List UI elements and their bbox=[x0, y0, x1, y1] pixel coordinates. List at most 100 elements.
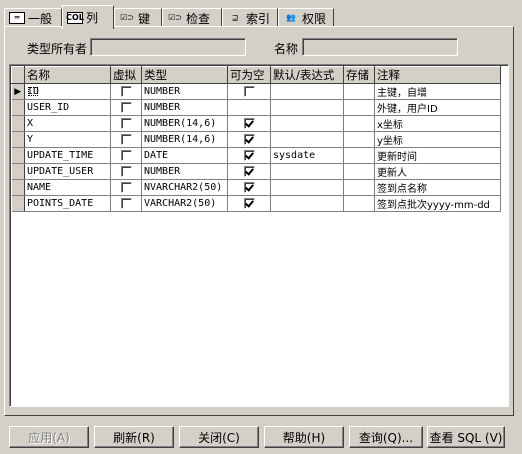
table-row[interactable]: Y NUMBER(14,6) y坐标 bbox=[11, 131, 501, 148]
column-name-cell[interactable]: USER_ID bbox=[24, 99, 111, 116]
checkbox-icon bbox=[120, 181, 132, 193]
column-name-cell[interactable]: X bbox=[24, 115, 111, 132]
virtual-checkbox[interactable] bbox=[110, 115, 142, 132]
table-row[interactable]: USER_ID NUMBER 外键，用户ID bbox=[11, 99, 501, 116]
nullable-checkbox[interactable] bbox=[227, 131, 271, 148]
header-type[interactable]: 类型 bbox=[141, 66, 228, 84]
type-cell[interactable]: NUMBER bbox=[141, 83, 228, 100]
name-field[interactable] bbox=[302, 38, 458, 56]
nullable-checkbox[interactable] bbox=[227, 179, 271, 196]
header-nullable[interactable]: 可为空 bbox=[227, 66, 271, 84]
privileges-icon: 👥 bbox=[286, 13, 296, 22]
default-cell[interactable] bbox=[270, 83, 344, 100]
storage-cell[interactable] bbox=[343, 115, 375, 132]
type-cell[interactable]: NUMBER(14,6) bbox=[141, 131, 228, 148]
tab-columns[interactable]: COL 列 bbox=[62, 5, 114, 29]
nullable-checkbox[interactable] bbox=[227, 163, 271, 180]
default-cell[interactable] bbox=[270, 131, 344, 148]
column-name-cell[interactable]: POINTS_DATE bbox=[24, 195, 111, 212]
header-default[interactable]: 默认/表达式 bbox=[270, 66, 344, 84]
help-button[interactable]: 帮助(H) bbox=[264, 426, 344, 448]
tab-indexes[interactable]: ⊒ 索引 bbox=[222, 8, 278, 27]
comment-cell[interactable]: x坐标 bbox=[374, 115, 501, 132]
close-button[interactable]: 关闭(C) bbox=[179, 426, 259, 448]
type-cell[interactable]: VARCHAR2(50) bbox=[141, 195, 228, 212]
key-icon: ☑⊃ bbox=[120, 13, 134, 22]
type-owner-field[interactable] bbox=[90, 38, 246, 56]
table-row[interactable]: POINTS_DATE VARCHAR2(50) 签到点批次yyyy-mm-dd bbox=[11, 195, 501, 212]
comment-cell[interactable]: 更新人 bbox=[374, 163, 501, 180]
view-sql-button[interactable]: 查看 SQL (V) bbox=[427, 426, 505, 448]
type-cell[interactable]: NUMBER bbox=[141, 163, 228, 180]
grid-header-row: 名称 虚拟 类型 可为空 默认/表达式 存储 注释 bbox=[11, 66, 501, 84]
header-virtual[interactable]: 虚拟 bbox=[110, 66, 142, 84]
virtual-checkbox[interactable] bbox=[110, 179, 142, 196]
column-name-cell[interactable]: UPDATE_TIME bbox=[24, 147, 111, 164]
header-name[interactable]: 名称 bbox=[24, 66, 111, 84]
default-cell[interactable]: sysdate bbox=[270, 147, 344, 164]
tab-label: 一般 bbox=[28, 11, 53, 26]
type-cell[interactable]: NVARCHAR2(50) bbox=[141, 179, 228, 196]
nullable-checkbox[interactable] bbox=[227, 115, 271, 132]
default-cell[interactable] bbox=[270, 195, 344, 212]
column-name-cell[interactable]: UPDATE_USER bbox=[24, 163, 111, 180]
header-comment[interactable]: 注释 bbox=[374, 66, 501, 84]
storage-cell[interactable] bbox=[343, 99, 375, 116]
comment-cell[interactable]: 签到点批次yyyy-mm-dd bbox=[374, 195, 501, 212]
comment-cell[interactable]: 主键，自增 bbox=[374, 83, 501, 100]
virtual-checkbox[interactable] bbox=[110, 99, 142, 116]
virtual-checkbox[interactable] bbox=[110, 83, 142, 100]
column-name-cell[interactable]: ID bbox=[24, 83, 111, 100]
virtual-checkbox[interactable] bbox=[110, 163, 142, 180]
column-name-cell[interactable]: NAME bbox=[24, 179, 111, 196]
nullable-cell[interactable] bbox=[227, 99, 271, 116]
storage-cell[interactable] bbox=[343, 83, 375, 100]
comment-cell[interactable]: y坐标 bbox=[374, 131, 501, 148]
columns-icon: COL bbox=[66, 11, 84, 24]
row-indicator bbox=[11, 163, 25, 180]
storage-cell[interactable] bbox=[343, 163, 375, 180]
virtual-checkbox[interactable] bbox=[110, 131, 142, 148]
table-row[interactable]: NAME NVARCHAR2(50) 签到点名称 bbox=[11, 179, 501, 196]
row-indicator bbox=[11, 147, 25, 164]
header-storage[interactable]: 存储 bbox=[343, 66, 375, 84]
tab-general[interactable]: ═ 一般 bbox=[4, 8, 62, 27]
default-cell[interactable] bbox=[270, 115, 344, 132]
tab-checks[interactable]: ☑⊃ 检查 bbox=[162, 8, 222, 27]
table-row[interactable]: ▶ ID NUMBER 主键，自增 bbox=[11, 83, 501, 100]
default-cell[interactable] bbox=[270, 179, 344, 196]
nullable-checkbox[interactable] bbox=[227, 195, 271, 212]
row-indicator bbox=[11, 195, 25, 212]
storage-cell[interactable] bbox=[343, 147, 375, 164]
checkbox-icon bbox=[243, 85, 255, 97]
virtual-checkbox[interactable] bbox=[110, 195, 142, 212]
check-icon: ☑⊃ bbox=[168, 13, 182, 22]
virtual-checkbox[interactable] bbox=[110, 147, 142, 164]
type-cell[interactable]: NUMBER(14,6) bbox=[141, 115, 228, 132]
tab-keys[interactable]: ☑⊃ 键 bbox=[114, 8, 162, 27]
table-row[interactable]: X NUMBER(14,6) x坐标 bbox=[11, 115, 501, 132]
refresh-button[interactable]: 刷新(R) bbox=[94, 426, 174, 448]
default-cell[interactable] bbox=[270, 163, 344, 180]
tab-label: 权限 bbox=[302, 11, 327, 26]
apply-button[interactable]: 应用(A) bbox=[9, 426, 89, 448]
default-cell[interactable] bbox=[270, 99, 344, 116]
nullable-checkbox[interactable] bbox=[227, 83, 271, 100]
storage-cell[interactable] bbox=[343, 131, 375, 148]
columns-grid[interactable]: 名称 虚拟 类型 可为空 默认/表达式 存储 注释 ▶ ID NUMBER 主键… bbox=[9, 64, 509, 407]
table-row[interactable]: UPDATE_TIME DATE sysdate 更新时间 bbox=[11, 147, 501, 164]
storage-cell[interactable] bbox=[343, 195, 375, 212]
query-button[interactable]: 查询(Q)... bbox=[349, 426, 423, 448]
comment-cell[interactable]: 外键，用户ID bbox=[374, 99, 501, 116]
column-name-cell[interactable]: Y bbox=[24, 131, 111, 148]
checkmark-icon bbox=[243, 117, 255, 129]
comment-cell[interactable]: 更新时间 bbox=[374, 147, 501, 164]
table-row[interactable]: UPDATE_USER NUMBER 更新人 bbox=[11, 163, 501, 180]
storage-cell[interactable] bbox=[343, 179, 375, 196]
nullable-checkbox[interactable] bbox=[227, 147, 271, 164]
type-cell[interactable]: NUMBER bbox=[141, 99, 228, 116]
column-name-value: ID bbox=[27, 86, 40, 97]
type-cell[interactable]: DATE bbox=[141, 147, 228, 164]
comment-cell[interactable]: 签到点名称 bbox=[374, 179, 501, 196]
tab-privileges[interactable]: 👥 权限 bbox=[278, 8, 334, 27]
